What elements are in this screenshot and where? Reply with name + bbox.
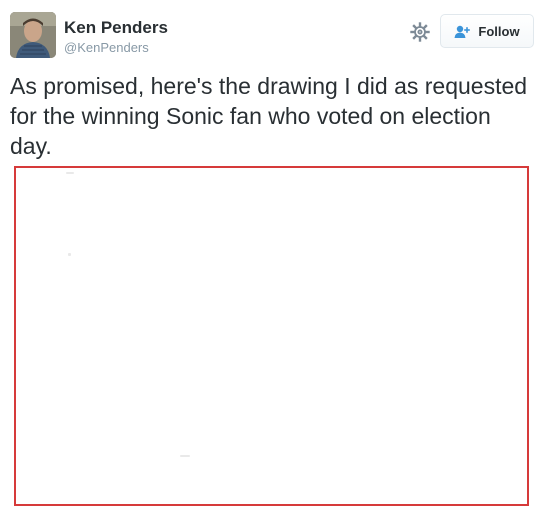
tweet-header: Ken Penders @KenPenders Follow <box>10 12 535 62</box>
gear-icon[interactable] <box>410 22 430 42</box>
user-info: Ken Penders @KenPenders <box>64 18 168 56</box>
screen-name[interactable]: @KenPenders <box>64 40 168 56</box>
image-artifact <box>66 172 74 174</box>
follow-button[interactable]: Follow <box>440 14 534 48</box>
follow-label: Follow <box>478 23 520 39</box>
image-artifact <box>68 253 71 256</box>
display-name[interactable]: Ken Penders <box>64 18 168 38</box>
avatar[interactable] <box>10 12 56 58</box>
tweet-text: As promised, here's the drawing I did as… <box>10 73 528 159</box>
add-user-icon <box>454 25 471 38</box>
tweet: Ken Penders @KenPenders Follow As promis… <box>0 0 540 517</box>
image-artifact <box>180 455 190 457</box>
tweet-media-image[interactable] <box>14 166 529 506</box>
avatar-image <box>10 12 56 58</box>
